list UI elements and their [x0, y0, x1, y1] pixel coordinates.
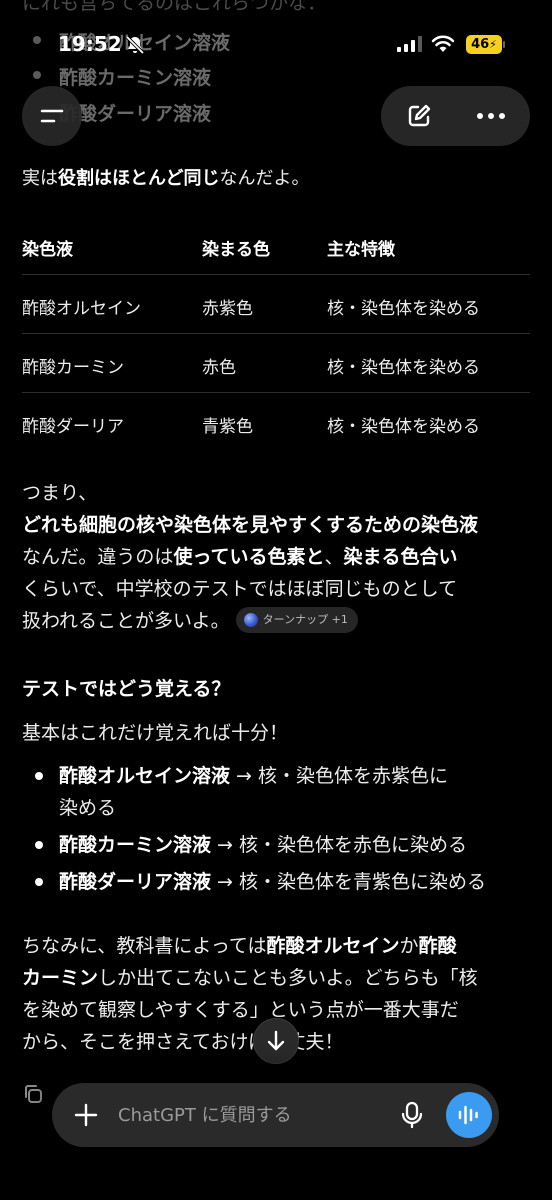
header-actions [381, 86, 530, 146]
summary-line: どれも細胞の核や染色体を見やすくするための染色液 [22, 509, 530, 541]
battery-indicator: 46 ⚡ [466, 35, 502, 54]
table-header: 染まる色 [202, 240, 270, 260]
intro-pre: 実は [22, 168, 58, 189]
table-row: 酢酸オルセイン 赤紫色 核・染色体を染める [22, 275, 530, 334]
message-input[interactable] [118, 1099, 388, 1131]
signal-icon [397, 36, 422, 52]
intro-post: なんだよ。 [219, 168, 310, 189]
closing-text: ちなみに、教科書によっては [22, 935, 267, 957]
table-cell: 核・染色体を染める [327, 299, 480, 319]
table-cell: 赤色 [202, 358, 236, 378]
table-cell: 赤紫色 [202, 299, 253, 319]
source-chip[interactable]: ターンナップ +1 [235, 606, 358, 633]
table-cell: 核・染色体を染める [327, 358, 480, 378]
charging-icon: ⚡ [489, 38, 497, 51]
bullet-icon [35, 878, 43, 886]
summary-bold: どれも細胞の核や染色体を見やすくするための染色液 [22, 514, 479, 536]
table-cell: 酢酸オルセイン [22, 299, 141, 319]
table-cell: 酢酸ダーリア [22, 417, 124, 437]
arrow-down-icon [267, 1030, 285, 1051]
faded-list-item: 酢酸カーミン溶液 [59, 67, 212, 89]
more-icon [477, 113, 505, 119]
list-item-bold: 酢酸オルセイン溶液 [59, 765, 231, 787]
bell-slash-icon [125, 35, 145, 55]
table-header: 染色液 [22, 240, 73, 260]
table-cell: 核・染色体を染める [327, 417, 480, 437]
closing-line: ちなみに、教科書によっては酢酸オルセインか酢酸 [22, 930, 530, 962]
closing-text: か [399, 935, 419, 957]
edit-icon [408, 104, 431, 127]
closing-text: しか出てこないことも多いよ。どちらも「核 [98, 967, 478, 989]
plus-icon [74, 1103, 98, 1127]
memorize-list: 酢酸オルセイン溶液 → 核・染色体を赤紫色に 染める 酢酸カーミン溶液 → 核・… [22, 760, 530, 898]
summary-line: つまり、 [22, 482, 98, 504]
sidebar-menu-button[interactable] [22, 86, 82, 146]
message-composer [52, 1083, 499, 1147]
battery-cap [503, 41, 505, 48]
more-options-button[interactable] [461, 86, 521, 146]
list-item: 酢酸ダーリア溶液 → 核・染色体を青紫色に染める [22, 866, 530, 898]
message-actions [22, 1083, 44, 1109]
summary-text: 、 [324, 546, 344, 568]
status-time: 19:52 [58, 32, 122, 56]
dictation-button[interactable] [390, 1093, 434, 1137]
copy-icon[interactable] [22, 1083, 44, 1105]
list-item: 酢酸オルセイン溶液 → 核・染色体を赤紫色に 染める [22, 760, 530, 824]
attach-button[interactable] [64, 1093, 108, 1137]
source-logo-icon [243, 612, 258, 627]
mic-icon [401, 1101, 423, 1129]
voice-mode-button[interactable] [446, 1092, 492, 1138]
intro-text: 実は役割はほとんど同じなんだよ。 [22, 164, 309, 190]
table-cell: 酢酸カーミン [22, 358, 124, 378]
summary-line: くらいで、中学校のテストではほぼ同じものとして [22, 578, 458, 600]
list-item-text: → 核・染色体を青紫色に染める [211, 871, 487, 893]
scroll-to-bottom-button[interactable] [253, 1018, 299, 1064]
faded-previous-line: にれも営ちてるのはこれらつかな： [22, 0, 327, 14]
source-chip-label: ターンナップ +1 [262, 612, 348, 626]
summary-line: 扱われることが多いよ。 ターンナップ +1 [22, 605, 530, 637]
table-header: 主な特徴 [327, 240, 395, 260]
closing-line: カーミンしか出てこないことも多いよ。どちらも「核 [22, 962, 530, 994]
summary-bold: 染まる色合い [343, 546, 458, 568]
voice-wave-icon [458, 1105, 478, 1125]
summary-paragraph: つまり、 どれも細胞の核や染色体を見やすくするための染色液 なんだ。違うのは使っ… [22, 477, 530, 637]
battery-level: 46 [471, 37, 490, 52]
status-bar: 19:52 46 ⚡ [0, 28, 552, 62]
faded-bullet [33, 71, 41, 79]
list-item-bold: 酢酸ダーリア溶液 [59, 871, 212, 893]
list-item: 酢酸カーミン溶液 → 核・染色体を赤色に染める [22, 829, 530, 861]
summary-text: 扱われることが多いよ。 [22, 610, 230, 632]
bullet-icon [35, 841, 43, 849]
new-chat-button[interactable] [389, 86, 449, 146]
closing-bold: 酢酸 [418, 935, 457, 957]
closing-bold: 酢酸オルセイン [266, 935, 400, 957]
list-item-bold: 酢酸カーミン溶液 [59, 834, 212, 856]
stain-table: 染色液 染まる色 主な特徴 酢酸オルセイン 赤紫色 核・染色体を染める 酢酸カー… [22, 216, 530, 452]
table-row: 酢酸ダーリア 青紫色 核・染色体を染める [22, 393, 530, 452]
summary-line: なんだ。違うのは使っている色素と、染まる色合い [22, 541, 530, 573]
intro-bold: 役割はほとんど同じ [58, 168, 220, 189]
section-intro: 基本はこれだけ覚えれば十分！ [22, 722, 289, 744]
bullet-icon [35, 772, 43, 780]
list-item-text: 染める [59, 797, 117, 819]
wifi-icon [431, 35, 455, 52]
summary-bold: 使っている色素と [173, 546, 325, 568]
table-row: 酢酸カーミン 赤色 核・染色体を染める [22, 334, 530, 393]
summary-text: なんだ。違うのは [22, 546, 174, 568]
section-heading: テストではどう覚える？ [22, 678, 231, 700]
menu-icon [40, 109, 64, 123]
closing-bold: カーミン [22, 967, 99, 989]
list-item-text: → 核・染色体を赤色に染める [211, 834, 468, 856]
list-item-text: → 核・染色体を赤紫色に [230, 765, 449, 787]
table-cell: 青紫色 [202, 417, 253, 437]
table-header-row: 染色液 染まる色 主な特徴 [22, 216, 530, 275]
